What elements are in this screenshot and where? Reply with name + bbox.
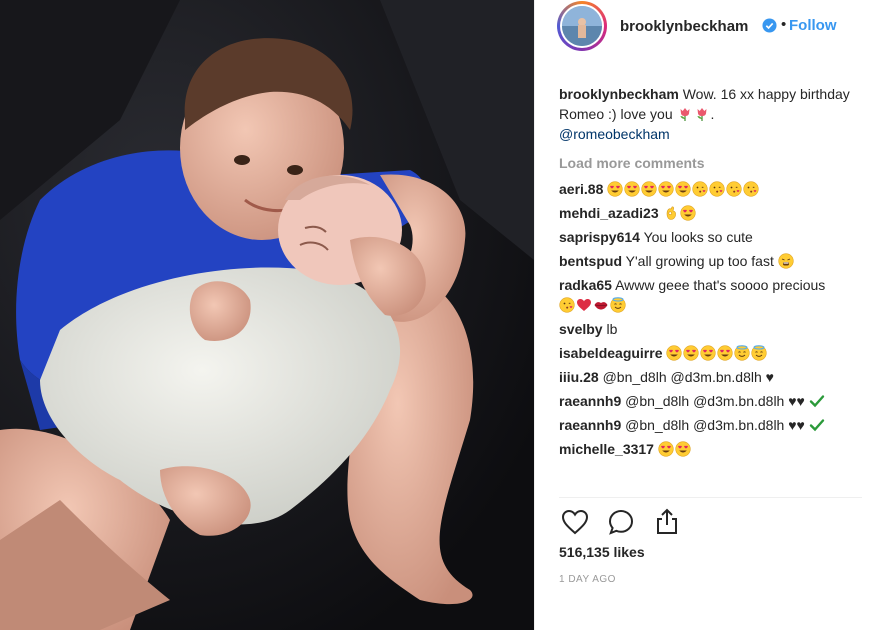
share-icon [657, 508, 677, 534]
comment-text: @bn_d8lh @d3m.bn.d8lh ♥♥ [625, 393, 805, 409]
tired-face-emoji-icon [778, 253, 794, 269]
heart-eyes-emoji-icon [658, 181, 674, 197]
smiling-halo-emoji-icon [734, 345, 750, 361]
comment-username[interactable]: iiiu.28 [559, 369, 599, 385]
heart-outline-icon [561, 509, 589, 535]
comment-text: Y'all growing up too fast [625, 253, 774, 269]
comment-username[interactable]: raeannh9 [559, 393, 621, 409]
kiss-emoji-icon [726, 181, 742, 197]
post-detail-panel: brooklynbeckham • Follow brooklynbeckham… [534, 0, 885, 630]
avatar-image [562, 6, 602, 46]
red-heart-emoji-icon [577, 299, 591, 311]
lips-emoji-icon [594, 302, 608, 310]
check-emoji-icon [809, 395, 824, 408]
kiss-emoji-icon [743, 181, 759, 197]
caption-text-end: . [710, 106, 715, 122]
comment-row: isabeldeaguirre [559, 343, 879, 363]
caption-emoji [677, 106, 711, 122]
comment-row: raeannh9 @bn_d8lh @d3m.bn.d8lh ♥♥ [559, 415, 879, 435]
smiling-halo-emoji-icon [751, 345, 767, 361]
comment-username[interactable]: michelle_3317 [559, 441, 654, 457]
comment-username[interactable]: saprispy614 [559, 229, 640, 245]
comment-row: svelby lb [559, 319, 879, 339]
username-link[interactable]: brooklynbeckham [620, 18, 748, 35]
comment-row: saprispy614 You looks so cute [559, 227, 879, 247]
comment-row: michelle_3317 [559, 439, 879, 459]
comment-row: aeri.88 [559, 179, 879, 199]
heart-eyes-emoji-icon [675, 181, 691, 197]
like-button[interactable] [559, 506, 591, 538]
post-photo[interactable] [0, 0, 534, 630]
comment-text: @bn_d8lh @d3m.bn.d8lh ♥ [602, 369, 774, 385]
comment-text: @bn_d8lh @d3m.bn.d8lh ♥♥ [625, 417, 805, 433]
comment-row: raeannh9 @bn_d8lh @d3m.bn.d8lh ♥♥ [559, 391, 879, 411]
comment-bubble-icon [608, 509, 634, 535]
avatar[interactable] [557, 1, 607, 51]
kiss-emoji-icon [559, 297, 575, 313]
comment-text: Awww geee that's soooo precious [615, 277, 826, 293]
comment-text: lb [606, 321, 618, 337]
comment-username[interactable]: mehdi_azadi23 [559, 205, 659, 221]
comment-username[interactable]: aeri.88 [559, 181, 603, 197]
comment-username[interactable]: isabeldeaguirre [559, 345, 663, 361]
comment-username[interactable]: svelby [559, 321, 603, 337]
comment-username[interactable]: raeannh9 [559, 417, 621, 433]
kiss-emoji-icon [709, 181, 725, 197]
heart-eyes-emoji-icon [658, 441, 674, 457]
caption-username[interactable]: brooklynbeckham [559, 86, 679, 102]
comment-text: You looks so cute [643, 229, 753, 245]
heart-eyes-emoji-icon [666, 345, 682, 361]
smiling-halo-emoji-icon [610, 297, 626, 313]
verified-badge-icon [762, 18, 777, 33]
load-more-comments-button[interactable]: Load more comments [559, 153, 879, 173]
post-header: brooklynbeckham • Follow [535, 0, 885, 52]
comment-username[interactable]: radka65 [559, 277, 612, 293]
separator-dot: • [781, 16, 787, 33]
comment-row: mehdi_azadi23 [559, 203, 879, 223]
comment-username[interactable]: bentspud [559, 253, 622, 269]
share-button[interactable] [651, 506, 683, 538]
heart-eyes-emoji-icon [607, 181, 623, 197]
tulip-emoji-icon [697, 108, 706, 121]
check-emoji-icon [809, 419, 824, 432]
tulip-emoji-icon [680, 108, 689, 121]
heart-eyes-emoji-icon [700, 345, 716, 361]
post-caption: brooklynbeckham Wow. 16 xx happy birthda… [559, 84, 879, 144]
heart-eyes-emoji-icon [717, 345, 733, 361]
post-timestamp[interactable]: 1 DAY AGO [559, 574, 616, 585]
comment-row: iiiu.28 @bn_d8lh @d3m.bn.d8lh ♥ [559, 367, 879, 387]
post-photo-image [0, 0, 534, 630]
comment-button[interactable] [605, 506, 637, 538]
post-actions [559, 506, 697, 538]
comment-row: bentspud Y'all growing up too fast [559, 251, 879, 271]
heart-eyes-emoji-icon [675, 441, 691, 457]
heart-eyes-emoji-icon [624, 181, 640, 197]
kiss-emoji-icon [692, 181, 708, 197]
divider [559, 497, 862, 498]
ok-hand-emoji-icon [666, 206, 676, 220]
comment-row: radka65 Awww geee that's soooo precious [559, 275, 879, 315]
comments-list: brooklynbeckham Wow. 16 xx happy birthda… [559, 84, 879, 463]
caption-mention[interactable]: @romeobeckham [559, 126, 670, 142]
follow-button[interactable]: Follow [789, 17, 837, 34]
heart-eyes-emoji-icon [641, 181, 657, 197]
likes-count[interactable]: 516,135 likes [559, 544, 645, 560]
heart-eyes-emoji-icon [679, 205, 696, 221]
heart-eyes-emoji-icon [683, 345, 699, 361]
